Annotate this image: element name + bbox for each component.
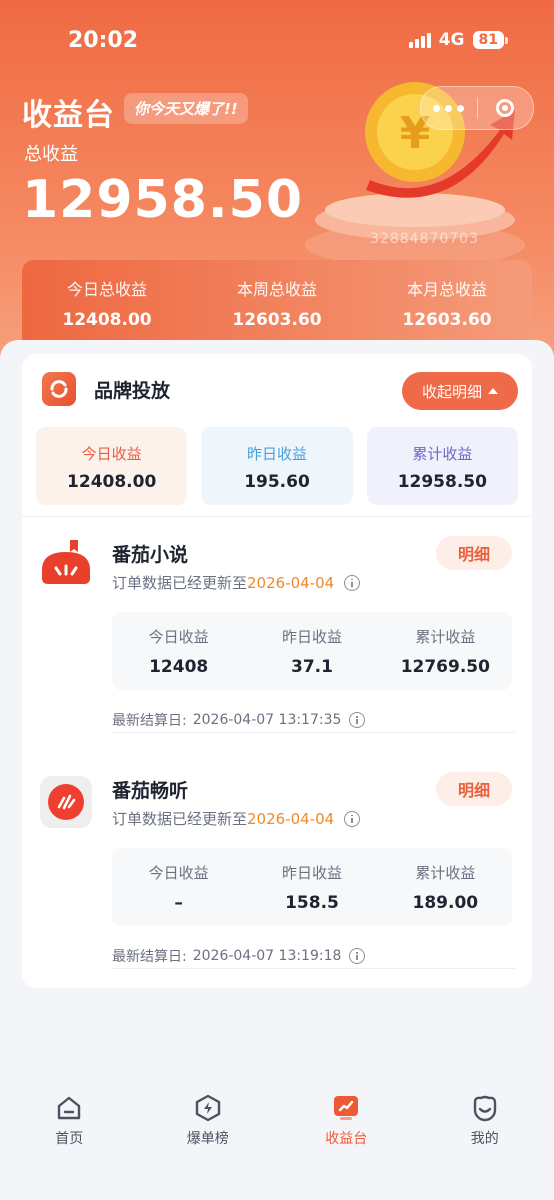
mini-program-capsule	[420, 86, 534, 130]
stat-value: 12408.00	[67, 472, 157, 492]
status-indicators: 4G 81	[408, 30, 508, 50]
summary-label: 本月总收益	[406, 280, 487, 299]
product-stat-yesterday: 昨日收益 37.1	[245, 612, 378, 690]
tab-home[interactable]: 首页	[0, 1080, 139, 1200]
stat-label: 累计收益	[412, 445, 473, 463]
stat-label: 今日收益	[81, 445, 142, 463]
collapse-label: 收起明细	[421, 382, 482, 401]
product-stat-yesterday: 昨日收益 158.5	[245, 848, 378, 926]
update-prefix: 订单数据已经更新至	[112, 574, 248, 592]
stat-value: 12769.50	[400, 657, 490, 677]
product-stats: 今日收益 – 昨日收益 158.5 累计收益 189.00	[112, 848, 512, 926]
brand-stat-yesterday: 昨日收益 195.60	[201, 427, 353, 505]
settlement-info: 最新结算日: 2026-04-07 13:17:35	[112, 710, 366, 730]
settlement-info: 最新结算日: 2026-04-07 13:19:18	[112, 946, 366, 966]
tab-hot-list[interactable]: 爆单榜	[139, 1080, 278, 1200]
bottom-tab-bar: 首页 爆单榜 收益台 我的	[0, 1080, 554, 1200]
product-name: 番茄小说	[112, 544, 189, 566]
tab-label: 收益台	[325, 1131, 368, 1147]
tab-label: 我的	[470, 1131, 499, 1147]
stat-label: 昨日收益	[281, 864, 342, 882]
stat-label: 今日收益	[148, 628, 209, 646]
info-icon[interactable]	[349, 712, 366, 728]
settle-label: 最新结算日:	[112, 713, 187, 729]
product-update-info: 订单数据已经更新至 2026-04-04	[112, 572, 361, 593]
summary-bar: 今日总收益 12408.00 本周总收益 12603.60 本月总收益 1260…	[22, 260, 532, 352]
update-date: 2026-04-04	[247, 809, 335, 828]
stat-value: 12408	[149, 657, 209, 677]
settle-label: 最新结算日:	[112, 949, 187, 965]
stat-value: 189.00	[412, 893, 479, 913]
tomato-novel-icon	[42, 540, 90, 584]
tab-earnings[interactable]: 收益台	[277, 1080, 416, 1200]
detail-button[interactable]: 明细	[436, 536, 512, 570]
update-prefix: 订单数据已经更新至	[112, 810, 248, 828]
summary-value: 12603.60	[402, 310, 492, 330]
product-stat-today: 今日收益 –	[112, 848, 245, 926]
home-icon	[58, 1096, 81, 1120]
info-icon[interactable]	[344, 810, 361, 827]
summary-label: 本周总收益	[236, 280, 317, 299]
summary-month: 本月总收益 12603.60	[362, 260, 532, 352]
summary-label: 今日总收益	[66, 280, 147, 299]
profile-icon	[473, 1095, 496, 1122]
settle-time: 2026-04-07 13:17:35	[192, 712, 342, 728]
info-icon[interactable]	[349, 948, 366, 964]
signal-icon	[408, 32, 431, 48]
tagline-badge: 你今天又爆了!!	[124, 93, 248, 124]
stat-value: –	[174, 893, 183, 913]
brand-stat-today: 今日收益 12408.00	[36, 427, 188, 505]
network-type: 4G	[438, 30, 465, 50]
tab-label: 首页	[55, 1131, 84, 1147]
battery-icon: 81	[472, 31, 508, 49]
settle-time: 2026-04-07 13:19:18	[192, 948, 342, 964]
stat-label: 累计收益	[415, 864, 476, 882]
earnings-icon	[334, 1096, 359, 1120]
stat-value: 37.1	[291, 657, 333, 677]
stat-label: 昨日收益	[246, 445, 307, 463]
detail-button[interactable]: 明细	[436, 772, 512, 806]
tab-label: 爆单榜	[186, 1131, 229, 1147]
brand-stat-total: 累计收益 12958.50	[366, 427, 518, 505]
stat-label: 今日收益	[148, 864, 209, 882]
watermark: 32884870703	[370, 231, 479, 247]
brand-name: 品牌投放	[94, 379, 171, 402]
stat-value: 12958.50	[397, 472, 487, 492]
product-stat-total: 累计收益 12769.50	[379, 612, 512, 690]
info-icon[interactable]	[344, 574, 361, 591]
tomato-listen-icon	[40, 776, 92, 828]
brand-logo-icon	[42, 372, 76, 406]
summary-value: 12408.00	[62, 310, 152, 330]
summary-today: 今日总收益 12408.00	[22, 260, 192, 352]
stat-value: 158.5	[285, 893, 339, 913]
summary-value: 12603.60	[232, 310, 322, 330]
more-icon[interactable]	[421, 104, 477, 112]
divider	[112, 968, 516, 969]
stat-label: 累计收益	[415, 628, 476, 646]
divider	[112, 732, 516, 733]
stat-label: 昨日收益	[281, 628, 342, 646]
status-time: 20:02	[68, 28, 139, 53]
tab-profile[interactable]: 我的	[416, 1080, 554, 1200]
caret-up-icon	[488, 388, 498, 394]
product-name: 番茄畅听	[112, 780, 189, 802]
product-update-info: 订单数据已经更新至 2026-04-04	[112, 808, 361, 829]
product-stat-total: 累计收益 189.00	[379, 848, 512, 926]
brand-stats: 今日收益 12408.00 昨日收益 195.60 累计收益 12958.50	[36, 427, 518, 505]
product-stats: 今日收益 12408 昨日收益 37.1 累计收益 12769.50	[112, 612, 512, 690]
total-earnings-value: 12958.50	[22, 170, 304, 230]
brand-header: 品牌投放	[42, 372, 170, 406]
total-earnings-label: 总收益	[24, 144, 78, 165]
collapse-details-button[interactable]: 收起明细	[402, 372, 518, 410]
brand-card: 品牌投放 收起明细 今日收益 12408.00 昨日收益 195.60 累计收益…	[22, 354, 532, 988]
product-stat-today: 今日收益 12408	[112, 612, 245, 690]
update-date: 2026-04-04	[247, 573, 335, 592]
lightning-icon	[195, 1094, 220, 1122]
summary-week: 本周总收益 12603.60	[192, 260, 362, 352]
divider	[22, 516, 532, 517]
stat-value: 195.60	[244, 472, 310, 492]
page-title: 收益台	[22, 98, 115, 133]
close-target-icon[interactable]	[477, 99, 533, 117]
battery-level: 81	[472, 31, 504, 49]
